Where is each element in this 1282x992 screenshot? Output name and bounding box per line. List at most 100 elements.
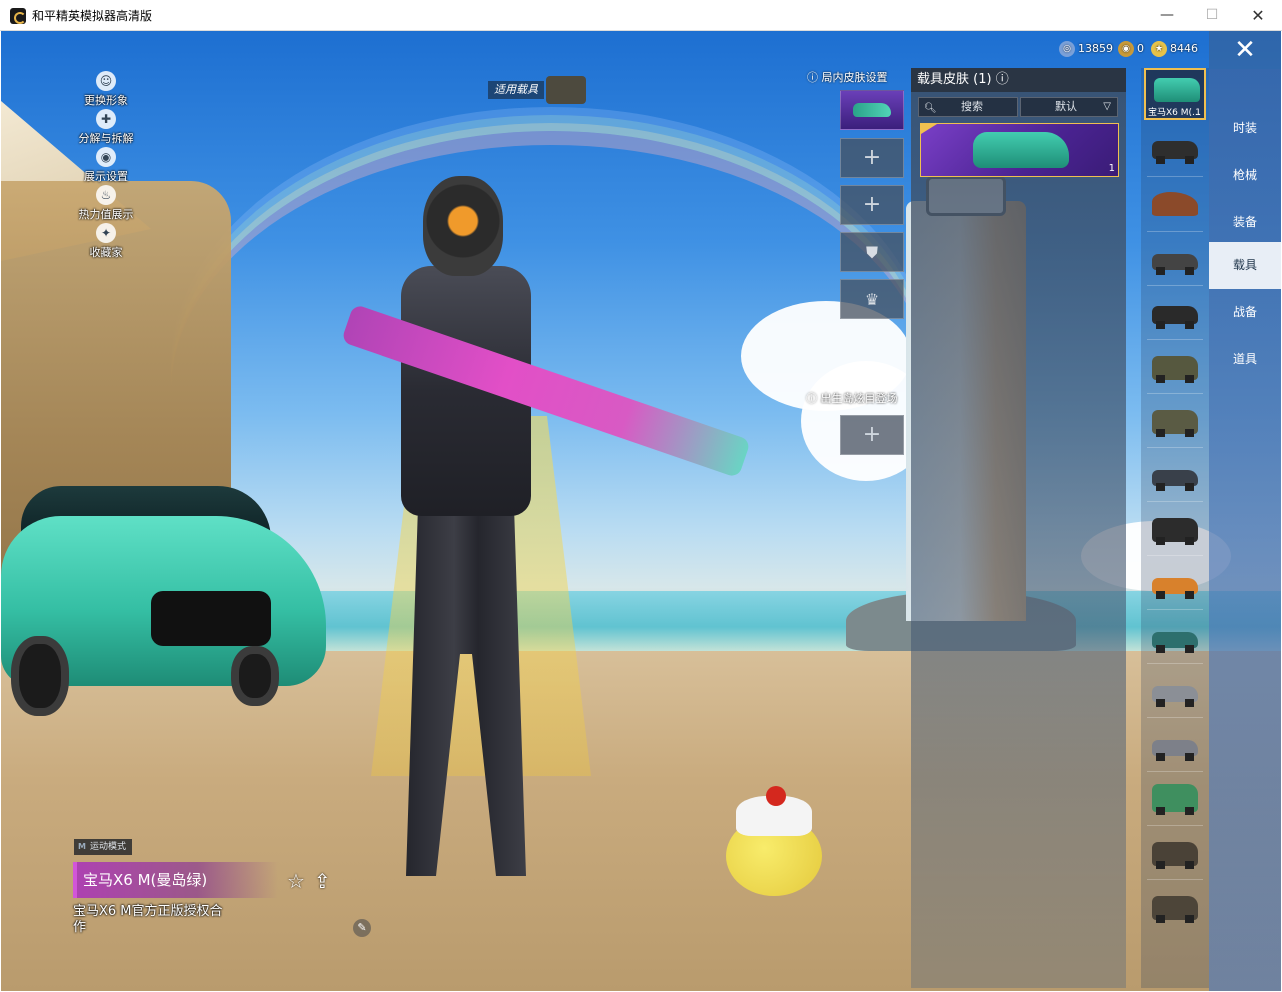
side-item-collector[interactable]: ✦ 收藏家	[61, 223, 151, 260]
window-titlebar: 和平精英模拟器高清版 — ☐ ✕	[0, 0, 1282, 31]
vehicle-item-motorcycle[interactable]	[1144, 123, 1206, 175]
brand-logo-icon: M	[78, 842, 86, 851]
favorite-star-icon[interactable]: ☆	[287, 869, 305, 893]
jeep-icon	[546, 76, 586, 104]
tab-fashion[interactable]: 时装	[1209, 105, 1281, 152]
ingame-skin-slot-1[interactable]	[840, 90, 904, 130]
vehicle-item-horse[interactable]	[1144, 178, 1206, 230]
selected-corner-badge	[921, 124, 937, 134]
vehicle-item-bmw-x6m[interactable]: 宝马X6 M(... 1	[1144, 68, 1206, 120]
list-divider	[1147, 176, 1203, 177]
tab-weapons[interactable]: 枪械	[1209, 152, 1281, 199]
vehicle-item-pickup-2[interactable]	[1144, 882, 1206, 934]
side-item-label: 更换形象	[84, 94, 128, 107]
vehicle-item-teal-coupe[interactable]	[1144, 612, 1206, 664]
side-item-label: 分解与拆解	[78, 132, 134, 145]
maximize-button[interactable]: ☐	[1189, 0, 1235, 31]
list-divider	[1147, 663, 1203, 664]
vehicle-item-muscle-car[interactable]	[1144, 558, 1206, 610]
info-icon[interactable]: ⓘ	[807, 71, 818, 84]
wheels-icon	[1156, 861, 1194, 869]
side-item-label: 收藏家	[89, 246, 123, 259]
wrench-icon[interactable]: ✎	[353, 919, 371, 937]
ingame-skin-slot-locked-1[interactable]: ⛊	[840, 232, 904, 272]
vehicle-item-silver-sedan[interactable]	[1144, 666, 1206, 718]
vehicle-item-monster-truck[interactable]	[1144, 504, 1206, 556]
tab-items[interactable]: 道具	[1209, 336, 1281, 383]
horse-icon	[1152, 192, 1198, 216]
ingame-skin-slot-2[interactable]: +	[840, 138, 904, 178]
wheels-icon	[1156, 321, 1194, 329]
vehicle-item-buggy[interactable]	[1144, 234, 1206, 286]
puzzle-icon: ✚	[96, 109, 116, 129]
birth-island-slot[interactable]: +	[840, 415, 904, 455]
ingame-skin-title: ⓘ 局内皮肤设置	[807, 69, 888, 85]
tab-vehicles[interactable]: 载具	[1209, 242, 1281, 289]
help-icon[interactable]: ⓘ	[996, 72, 1009, 87]
window-close-button[interactable]: ✕	[1235, 0, 1281, 31]
person-icon: ☺	[96, 71, 116, 91]
ingame-skin-slot-3[interactable]: +	[840, 185, 904, 225]
list-divider	[1147, 393, 1203, 394]
side-item-heat-display[interactable]: ♨ 热力值展示	[61, 185, 151, 222]
side-item-decompose[interactable]: ✚ 分解与拆解	[61, 109, 151, 146]
wheels-icon	[1156, 537, 1194, 545]
ingame-skin-title-text: 局内皮肤设置	[821, 71, 888, 84]
applicable-vehicle-tag[interactable]: 适用载具	[488, 81, 544, 99]
currency-value: 13859	[1078, 42, 1113, 55]
tab-gear[interactable]: 战备	[1209, 289, 1281, 336]
fire-icon: ♨	[96, 185, 116, 205]
green-suv-icon	[1154, 78, 1200, 102]
list-divider	[1147, 501, 1203, 502]
eye-icon: ◉	[96, 147, 116, 167]
list-divider	[1147, 285, 1203, 286]
wheels-icon	[1156, 645, 1194, 653]
chick-pet-model[interactable]	[726, 786, 826, 896]
wheels-icon	[1156, 591, 1194, 599]
currency-coupon: ◎ 13859	[1059, 40, 1113, 58]
vehicle-item-pickup-1[interactable]	[1144, 828, 1206, 880]
mode-badge: M 运动模式	[74, 839, 132, 855]
vehicle-item-classic-car[interactable]	[1144, 720, 1206, 772]
game-viewport: ☺ 更换形象 ✚ 分解与拆解 ◉ 展示设置 ♨ 热力值展示 ✦ 收藏家 适用载具…	[1, 31, 1281, 991]
share-icon[interactable]: ⇪	[314, 869, 331, 893]
tab-equipment[interactable]: 装备	[1209, 199, 1281, 246]
vehicle-item-jeep-1[interactable]	[1144, 342, 1206, 394]
chevron-down-icon: ▽	[1103, 101, 1111, 112]
ingame-skin-slot-locked-2[interactable]: ♛	[840, 279, 904, 319]
close-icon[interactable]: ✕	[1209, 31, 1281, 69]
vehicle-skin-title: 载具皮肤 (1)	[917, 72, 992, 87]
skin-card-bmw-x6m[interactable]: 1	[920, 123, 1119, 177]
list-divider	[1147, 447, 1203, 448]
list-divider	[1147, 825, 1203, 826]
currency-value: 8446	[1170, 42, 1198, 55]
vehicle-item-jeep-2[interactable]	[1144, 396, 1206, 448]
side-item-change-look[interactable]: ☺ 更换形象	[61, 71, 151, 108]
coin-icon: ★	[1151, 41, 1167, 57]
vehicle-skin-panel: 载具皮肤 (1) ⓘ 🔍︎ 搜索 默认 ▽ 1	[911, 68, 1126, 988]
skin-sort-dropdown[interactable]: 默认 ▽	[1020, 97, 1118, 117]
minimize-button[interactable]: —	[1144, 0, 1190, 31]
window-title: 和平精英模拟器高清版	[32, 9, 153, 23]
side-item-display-settings[interactable]: ◉ 展示设置	[61, 147, 151, 184]
vehicle-item-sedan-1[interactable]	[1144, 450, 1206, 502]
character-helmet	[423, 176, 503, 276]
player-character-model[interactable]	[361, 176, 601, 886]
app-icon	[10, 8, 26, 24]
car-wheel	[11, 636, 69, 716]
vehicle-item-van[interactable]	[1144, 774, 1206, 826]
info-icon[interactable]: ⓘ	[806, 392, 817, 405]
list-divider	[1147, 717, 1203, 718]
vehicle-item-name: 宝马X6 M(...	[1148, 108, 1201, 118]
wheels-icon	[1156, 699, 1194, 707]
vehicle-item-motorbike[interactable]	[1144, 288, 1206, 340]
side-item-label: 热力值展示	[78, 208, 134, 221]
skin-search-input[interactable]: 🔍︎ 搜索	[918, 97, 1018, 117]
skin-card-count: 1	[1108, 163, 1115, 174]
wheels-icon	[1156, 375, 1194, 383]
list-divider	[1147, 609, 1203, 610]
list-divider	[1147, 555, 1203, 556]
wheels-icon	[1156, 753, 1194, 761]
bmw-x6m-vehicle-model	[1, 486, 326, 721]
wheels-icon	[1156, 429, 1194, 437]
